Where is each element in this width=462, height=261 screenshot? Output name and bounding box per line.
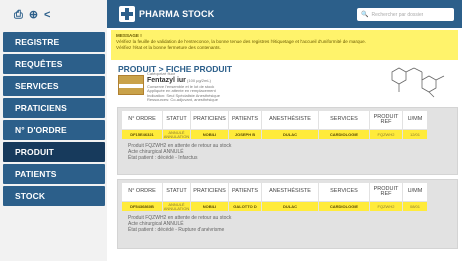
table-cell: CARDIOLOGIE bbox=[319, 202, 369, 211]
column-header: ANESTHÉSISTE bbox=[262, 183, 318, 201]
column-header: PATIENTS bbox=[229, 183, 261, 201]
sidebar-item-label: PRODUIT bbox=[15, 147, 54, 157]
molecule-structure-icon bbox=[391, 67, 445, 98]
order-notes: Produit FQZWH2 en attente de retour au s… bbox=[128, 143, 457, 162]
table-cell[interactable]: DF15E46321 bbox=[122, 130, 162, 139]
print-icon[interactable]: ⎙ bbox=[14, 9, 23, 21]
product-image bbox=[118, 75, 144, 95]
app-title: PHARMA STOCK bbox=[139, 9, 215, 19]
column-header: PATIENTS bbox=[229, 111, 261, 129]
message-line: Vérifiez l'état et la bonne fermeture de… bbox=[116, 45, 221, 50]
table-cell: 12/01 bbox=[403, 130, 427, 139]
column-header: STATUT bbox=[163, 111, 190, 129]
status-badge: ANNULÉ ANNULATION bbox=[163, 202, 190, 211]
column-header: STATUT bbox=[163, 183, 190, 201]
column-header: SERVICES bbox=[319, 111, 369, 129]
sidebar: ⎙ ⊕ < REGISTRE REQUÊTES SERVICES PRATICI… bbox=[0, 0, 107, 261]
product-name-note: (100 μg/2mL) bbox=[187, 77, 211, 83]
product-desc-line: Ressources: Co-adjuvant, anesthésique bbox=[147, 97, 218, 102]
sidebar-item-produit[interactable]: PRODUIT bbox=[3, 142, 105, 162]
column-header: ANESTHÉSISTE bbox=[262, 111, 318, 129]
table-cell: JOSEPH B bbox=[229, 130, 261, 139]
table-cell[interactable]: DF5436860B bbox=[122, 202, 162, 211]
order-notes: Produit FQZWH2 en attente de retour au s… bbox=[128, 215, 457, 234]
sidebar-item-services[interactable]: SERVICES bbox=[3, 76, 105, 96]
table-cell: DULAC bbox=[262, 130, 318, 139]
sidebar-item-label: PATIENTS bbox=[15, 169, 57, 179]
column-header: PRATICIENS bbox=[191, 183, 228, 201]
search-input[interactable]: 🔍 Rechercher par dossier bbox=[357, 8, 454, 21]
column-header: PRODUIT REF bbox=[370, 183, 402, 201]
search-placeholder: Rechercher par dossier bbox=[371, 11, 424, 18]
table-cell: NOBILI bbox=[191, 130, 228, 139]
sidebar-item-label: SERVICES bbox=[15, 81, 59, 91]
pharma-cross-icon bbox=[119, 6, 135, 22]
add-icon[interactable]: ⊕ bbox=[29, 9, 38, 21]
sidebar-item-label: PRATICIENS bbox=[15, 103, 67, 113]
back-icon[interactable]: < bbox=[44, 9, 50, 21]
search-icon: 🔍 bbox=[361, 12, 369, 18]
order-card: N° ORDRE STATUT PRATICIENS PATIENTS ANES… bbox=[117, 179, 458, 249]
note-line: État patient : décédé - Rupture d'anévri… bbox=[128, 227, 225, 234]
sidebar-item-label: N° D'ORDRE bbox=[15, 125, 67, 135]
order-table: N° ORDRE STATUT PRATICIENS PATIENTS ANES… bbox=[122, 108, 457, 139]
column-header: N° ORDRE bbox=[122, 111, 162, 129]
sidebar-item-registre[interactable]: REGISTRE bbox=[3, 32, 105, 52]
sidebar-item-label: STOCK bbox=[15, 191, 46, 201]
product-info: Catéqorizé fluor Fentazyl iur (100 μg/2m… bbox=[147, 71, 220, 103]
sidebar-item-patients[interactable]: PATIENTS bbox=[3, 164, 105, 184]
column-header: U/MM bbox=[403, 183, 427, 201]
table-cell: GALOTTO D bbox=[229, 202, 261, 211]
column-header: U/MM bbox=[403, 111, 427, 129]
sidebar-item-n-ordre[interactable]: N° D'ORDRE bbox=[3, 120, 105, 140]
status-badge: ANNULÉ ANNULATION bbox=[163, 130, 190, 139]
table-cell: DULAC bbox=[262, 202, 318, 211]
table-cell: CARDIOLOGIE bbox=[319, 130, 369, 139]
note-line: État patient : décédé - Infarctus bbox=[128, 155, 198, 162]
app-header: PHARMA STOCK 🔍 Rechercher par dossier bbox=[107, 0, 462, 28]
column-header: PRATICIENS bbox=[191, 111, 228, 129]
order-card: N° ORDRE STATUT PRATICIENS PATIENTS ANES… bbox=[117, 107, 458, 175]
table-cell: FQZWH2 bbox=[370, 202, 402, 211]
table-cell: FQZWH2 bbox=[370, 130, 402, 139]
sidebar-item-praticiens[interactable]: PRATICIENS bbox=[3, 98, 105, 118]
sidebar-item-requetes[interactable]: REQUÊTES bbox=[3, 54, 105, 74]
column-header: PRODUIT REF bbox=[370, 111, 402, 129]
product-name: Fentazyl iur bbox=[147, 76, 186, 84]
sidebar-item-label: REGISTRE bbox=[15, 37, 60, 47]
order-table: N° ORDRE STATUT PRATICIENS PATIENTS ANES… bbox=[122, 180, 457, 211]
table-cell: 08/01 bbox=[403, 202, 427, 211]
warning-message: MESSAGE ! Vérifiez la feuille de validat… bbox=[111, 30, 458, 60]
column-header: SERVICES bbox=[319, 183, 369, 201]
column-header: N° ORDRE bbox=[122, 183, 162, 201]
table-cell: NOBILI bbox=[191, 202, 228, 211]
toolbar: ⎙ ⊕ < bbox=[0, 0, 107, 30]
sidebar-item-stock[interactable]: STOCK bbox=[3, 186, 105, 206]
sidebar-item-label: REQUÊTES bbox=[15, 59, 63, 69]
